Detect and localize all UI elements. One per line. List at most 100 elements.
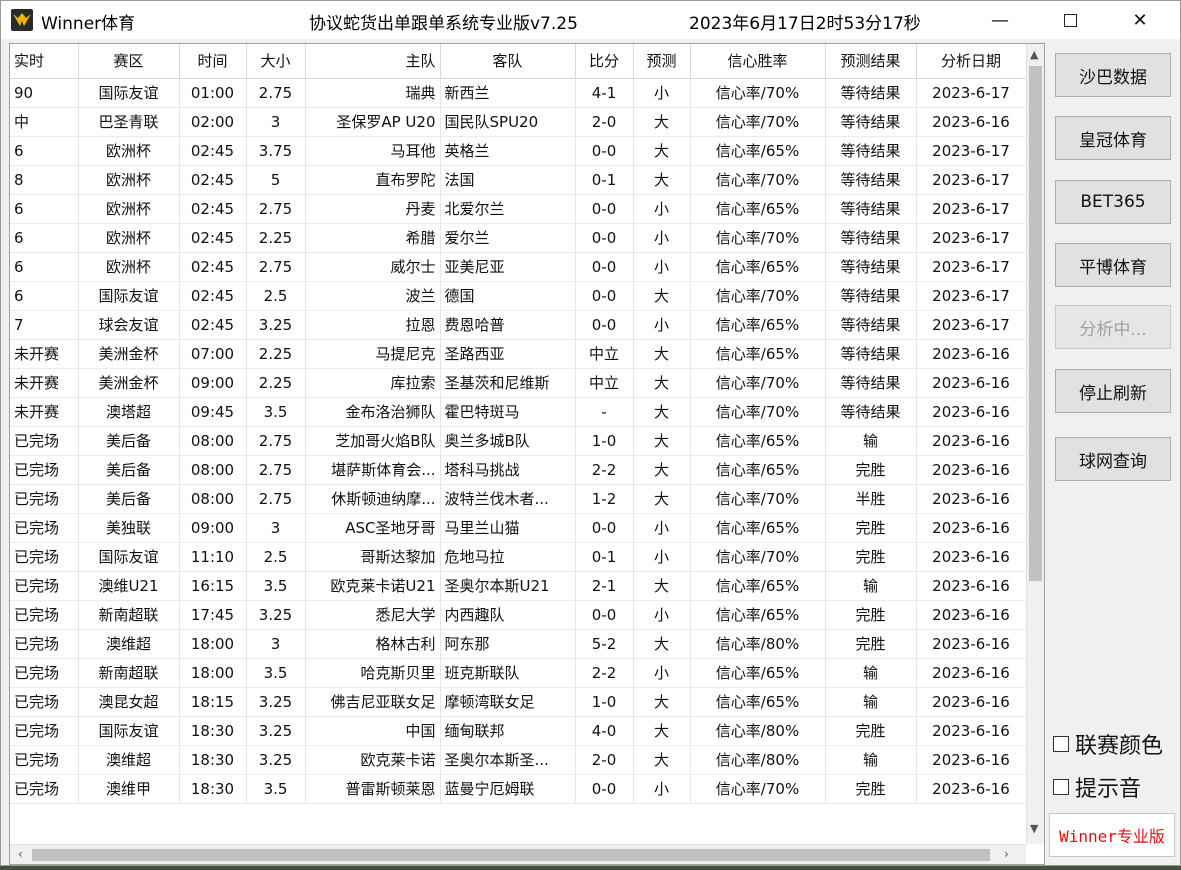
table-row[interactable]: 已完场 美后备 08:00 2.75 堪萨斯体育会... 塔科马挑战 2-2 大信心率/65%… [10, 455, 1027, 485]
cell-live: 6 [10, 252, 79, 282]
column-header-away-team[interactable]: 客队 [440, 44, 576, 79]
column-header-result[interactable]: 预测结果 [825, 44, 917, 79]
table-row[interactable]: 已完场 澳维甲 18:30 3.5 普雷斯顿莱恩 蓝曼宁厄姆联 0-0 小信心率/70% 完胜 2… [10, 774, 1027, 804]
table-row[interactable]: 已完场 美后备 08:00 2.75 芝加哥火焰B队 奥兰多城B队 1-0 大信心率/65% 输… [10, 426, 1027, 456]
column-header-live[interactable]: 实时 [10, 44, 79, 79]
cell-over-under: 3.5 [246, 774, 306, 804]
table-row[interactable]: 90 国际友谊 01:00 2.75 瑞典 新西兰 4-1 小信心率/70% 等待结果 2023-… [10, 78, 1027, 108]
cell-away-team: 圣路西亚 [440, 339, 576, 369]
cell-live: 7 [10, 310, 79, 340]
table-row[interactable]: 未开赛 澳塔超 09:45 3.5 金布洛治狮队 霍巴特斑马 - 大信心率/70% 等待结果 20… [10, 397, 1027, 427]
shaba-data-button[interactable]: 沙巴数据 [1055, 53, 1171, 97]
cell-confidence: 信心率/65% [690, 513, 826, 543]
cell-league: 澳维甲 [78, 774, 180, 804]
maximize-button[interactable] [1047, 1, 1093, 39]
table-row[interactable]: 已完场 国际友谊 11:10 2.5 哥斯达黎加 危地马拉 0-1 小信心率/70% 完胜 202… [10, 542, 1027, 572]
table-row[interactable]: 未开赛 美洲金杯 09:00 2.25 库拉索 圣基茨和尼维斯 中立大信心率/70% 等待结果… [10, 368, 1027, 398]
cell-live: 中 [10, 107, 79, 137]
cell-live: 已完场 [10, 687, 79, 717]
horizontal-scroll-thumb[interactable] [32, 849, 990, 861]
table-row[interactable]: 已完场 澳维超 18:00 3 格林古利 阿东那 5-2 大信心率/80% 完胜 2023-6-1… [10, 629, 1027, 659]
close-button[interactable]: ✕ [1117, 1, 1163, 39]
vertical-scrollbar[interactable]: ▲ ▼ [1026, 44, 1044, 844]
table-row[interactable]: 已完场 澳维超 18:30 3.25 欧克莱卡诺 圣奥尔本斯圣... 2-0 大信心率/80%… [10, 745, 1027, 775]
cell-league: 美独联 [78, 513, 180, 543]
minimize-button[interactable]: — [977, 1, 1023, 39]
cell-confidence: 信心率/70% [690, 774, 826, 804]
cell-score: 0-0 [575, 513, 634, 543]
alert-sound-checkbox[interactable]: 提示音 [1053, 771, 1141, 803]
cell-prediction: 小 [633, 252, 691, 282]
cell-time: 02:45 [179, 136, 247, 166]
app-window: Winner体育 协议蛇货出单跟单系统专业版v7.25 2023年6月17日2时… [0, 0, 1181, 866]
table-row[interactable]: 7 球会友谊 02:45 3.25 拉恩 费恩哈普 0-0 小信心率/65% 等待结果 2023-… [10, 310, 1027, 340]
checkbox-box[interactable] [1053, 736, 1069, 752]
cell-over-under: 2.75 [246, 194, 306, 224]
cell-time: 02:45 [179, 252, 247, 282]
cell-confidence: 信心率/65% [690, 455, 826, 485]
table-row[interactable]: 6 欧洲杯 02:45 3.75 马耳他 英格兰 0-0 大信心率/65% 等待结果 2023-6… [10, 136, 1027, 166]
vertical-scroll-thumb[interactable] [1029, 66, 1042, 581]
cell-home-team: 拉恩 [305, 310, 441, 340]
crown-sports-button[interactable]: 皇冠体育 [1055, 116, 1171, 160]
table-row[interactable]: 6 国际友谊 02:45 2.5 波兰 德国 0-0 大信心率/70% 等待结果 2023-6-1… [10, 281, 1027, 311]
table-row[interactable]: 已完场 国际友谊 18:30 3.25 中国 缅甸联邦 4-0 大信心率/80% 完胜 2023-… [10, 716, 1027, 746]
cell-live: 已完场 [10, 426, 79, 456]
cell-time: 11:10 [179, 542, 247, 572]
cell-analysis-date: 2023-6-16 [916, 397, 1027, 427]
pinnacle-sports-button[interactable]: 平博体育 [1055, 243, 1171, 287]
scroll-down-icon[interactable]: ▼ [1030, 822, 1038, 835]
cell-home-team: 格林古利 [305, 629, 441, 659]
column-header-over-under[interactable]: 大小 [246, 44, 306, 79]
cell-prediction: 大 [633, 107, 691, 137]
cell-time: 18:15 [179, 687, 247, 717]
checkbox-box[interactable] [1053, 779, 1069, 795]
table-row[interactable]: 6 欧洲杯 02:45 2.75 丹麦 北爱尔兰 0-0 小信心率/65% 等待结果 2023-6… [10, 194, 1027, 224]
current-datetime: 2023年6月17日2时53分17秒 [689, 14, 921, 34]
table-row[interactable]: 8 欧洲杯 02:45 5 直布罗陀 法国 0-1 大信心率/70% 等待结果 2023-6-17 [10, 165, 1027, 195]
cell-analysis-date: 2023-6-16 [916, 571, 1027, 601]
table-row[interactable]: 已完场 新南超联 18:00 3.5 哈克斯贝里 班克斯联队 2-2 小信心率/65% 输 202… [10, 658, 1027, 688]
horizontal-scrollbar[interactable]: ‹ › [10, 844, 1026, 864]
bet365-button[interactable]: BET365 [1055, 180, 1171, 224]
table-row[interactable]: 未开赛 美洲金杯 07:00 2.25 马提尼克 圣路西亚 中立大信心率/65% 等待结果 20… [10, 339, 1027, 369]
cell-prediction: 大 [633, 368, 691, 398]
cell-result: 等待结果 [825, 136, 917, 166]
cell-home-team: 佛吉尼亚联女足 [305, 687, 441, 717]
cell-result: 完胜 [825, 629, 917, 659]
cell-away-team: 霍巴特斑马 [440, 397, 576, 427]
column-header-confidence[interactable]: 信心胜率 [690, 44, 826, 79]
scroll-right-icon[interactable]: › [1004, 847, 1009, 861]
table-row[interactable]: 已完场 新南超联 17:45 3.25 悉尼大学 内西趣队 0-0 小信心率/65% 完胜 202… [10, 600, 1027, 630]
table-row[interactable]: 已完场 澳维U21 16:15 3.5 欧克莱卡诺U21 圣奥尔本斯U21 2-1 大信心率/… [10, 571, 1027, 601]
ball-net-query-button[interactable]: 球网查询 [1055, 437, 1171, 481]
column-header-home-team[interactable]: 主队 [305, 44, 441, 79]
cell-away-team: 法国 [440, 165, 576, 195]
column-header-time[interactable]: 时间 [179, 44, 247, 79]
column-header-analysis-date[interactable]: 分析日期 [916, 44, 1027, 79]
cell-over-under: 3.75 [246, 136, 306, 166]
cell-analysis-date: 2023-6-16 [916, 687, 1027, 717]
table-row[interactable]: 已完场 澳昆女超 18:15 3.25 佛吉尼亚联女足 摩顿湾联女足 1-0 大信心率/65%… [10, 687, 1027, 717]
table-row[interactable]: 已完场 美独联 09:00 3 ASC圣地牙哥 马里兰山猫 0-0 小信心率/65% 完胜 202… [10, 513, 1027, 543]
league-color-checkbox[interactable]: 联赛颜色 [1053, 728, 1163, 760]
cell-over-under: 3.25 [246, 310, 306, 340]
cell-live: 8 [10, 165, 79, 195]
cell-score: 1-0 [575, 426, 634, 456]
cell-away-team: 费恩哈普 [440, 310, 576, 340]
table-row[interactable]: 6 欧洲杯 02:45 2.25 希腊 爱尔兰 0-0 小信心率/70% 等待结果 2023-6-… [10, 223, 1027, 253]
column-header-score[interactable]: 比分 [575, 44, 634, 79]
scroll-left-icon[interactable]: ‹ [18, 847, 23, 861]
table-row[interactable]: 6 欧洲杯 02:45 2.75 威尔士 亚美尼亚 0-0 小信心率/65% 等待结果 2023-… [10, 252, 1027, 282]
table-row[interactable]: 中巴圣青联 02:00 3 圣保罗AP U20 国民队SPU20 2-0 大信心率/70% 等… [10, 107, 1027, 137]
cell-league: 美洲金杯 [78, 339, 180, 369]
column-header-prediction[interactable]: 预测 [633, 44, 691, 79]
cell-home-team: 威尔士 [305, 252, 441, 282]
stop-refresh-button[interactable]: 停止刷新 [1055, 369, 1171, 413]
table-row[interactable]: 已完场 美后备 08:00 2.75 休斯顿迪纳摩... 波特兰伐木者... 1-2 大信心率… [10, 484, 1027, 514]
cell-away-team: 摩顿湾联女足 [440, 687, 576, 717]
scroll-up-icon[interactable]: ▲ [1030, 48, 1038, 61]
column-header-league[interactable]: 赛区 [78, 44, 180, 79]
cell-over-under: 3.25 [246, 745, 306, 775]
cell-result: 输 [825, 745, 917, 775]
